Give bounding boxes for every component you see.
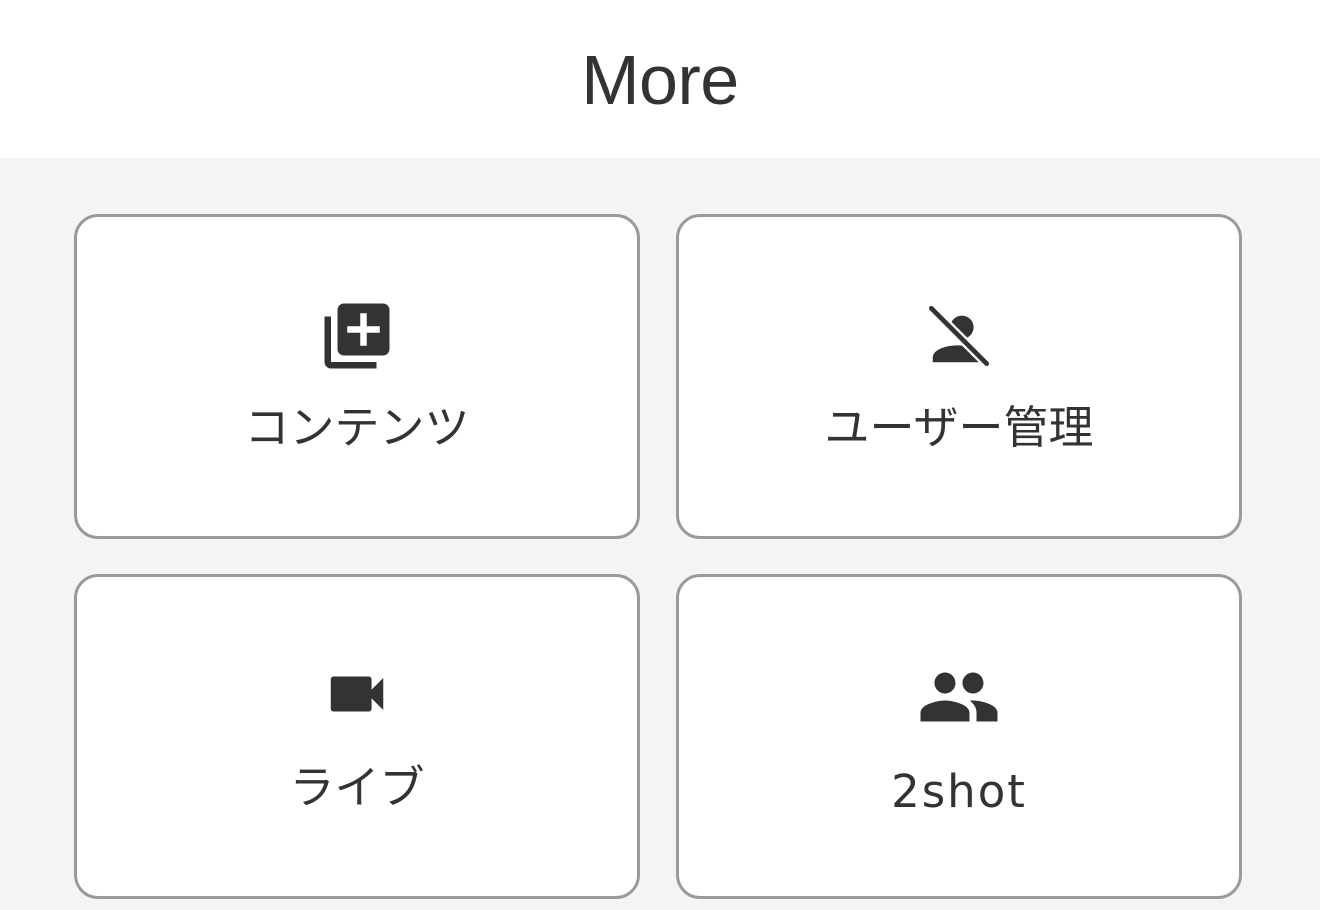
menu-card-user-management[interactable]: ユーザー管理 (676, 214, 1242, 539)
app-header: More (0, 0, 1320, 158)
videocam-icon (330, 676, 384, 712)
menu-card-label: コンテンツ (244, 401, 470, 454)
menu-card-2shot[interactable]: 2shot (676, 574, 1242, 899)
menu-card-label: 2shot (891, 765, 1027, 818)
menu-card-label: ユーザー管理 (824, 401, 1094, 454)
menu-card-contents[interactable]: コンテンツ (74, 214, 640, 539)
page-title: More (581, 41, 739, 119)
menu-card-live[interactable]: ライブ (74, 574, 640, 899)
person-off-icon (926, 303, 992, 369)
library-add-icon (324, 303, 390, 369)
group-icon (920, 672, 998, 722)
menu-card-label: ライブ (289, 761, 425, 814)
